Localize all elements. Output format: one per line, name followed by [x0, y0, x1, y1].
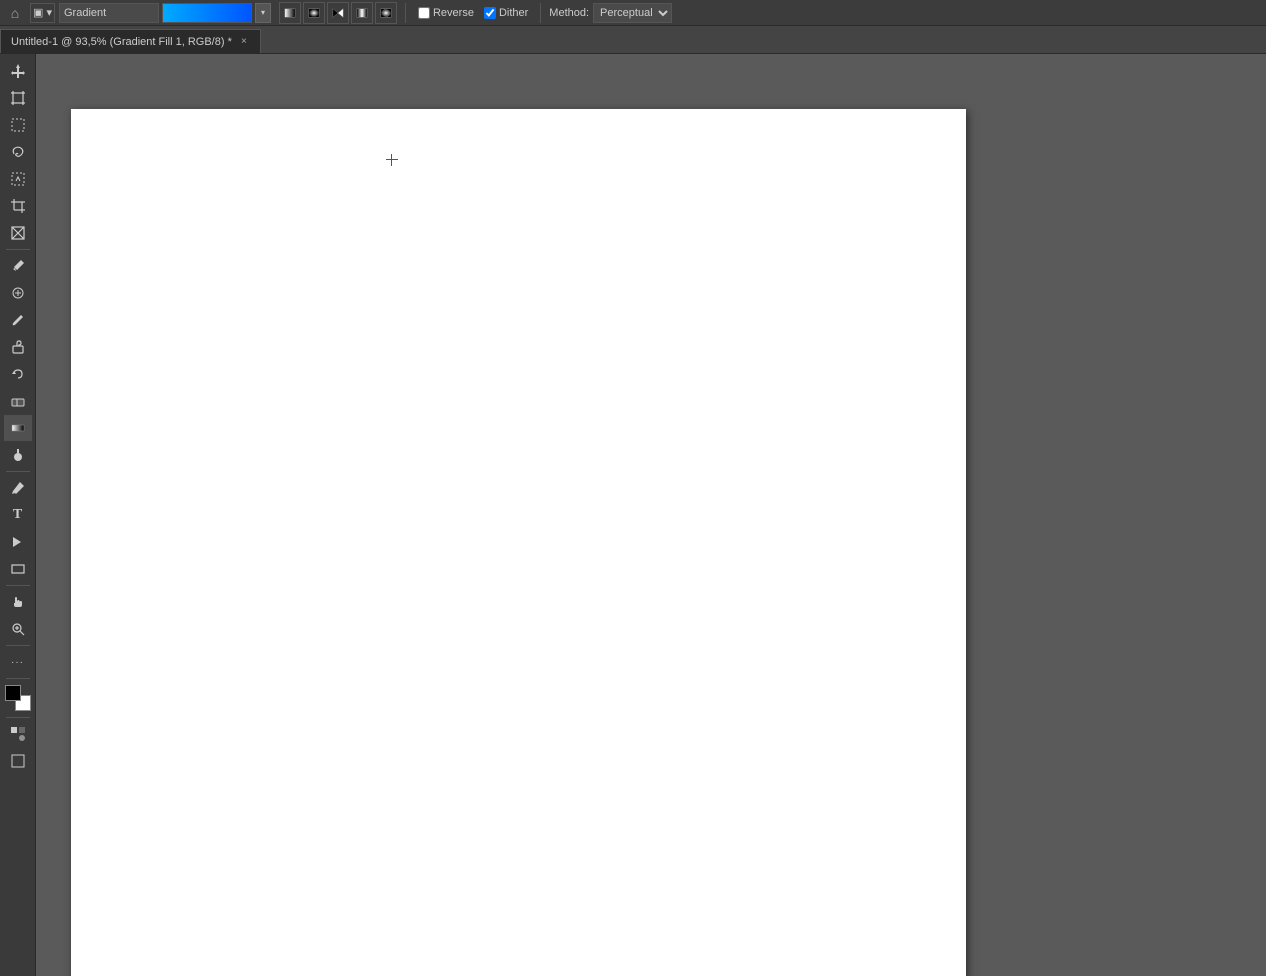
dodge-tool[interactable] — [4, 442, 32, 468]
move-tool[interactable] — [4, 58, 32, 84]
reflected-gradient-btn[interactable] — [351, 2, 373, 24]
canvas-area[interactable] — [36, 54, 1266, 976]
reverse-checkbox-label[interactable]: Reverse — [418, 7, 474, 19]
angle-gradient-btn[interactable] — [327, 2, 349, 24]
linear-gradient-btn[interactable] — [279, 2, 301, 24]
checkbox-group: Reverse Dither — [418, 7, 528, 19]
shape-tool[interactable] — [4, 556, 32, 582]
left-toolbar: T ··· — [0, 54, 36, 976]
canvas[interactable] — [71, 109, 966, 976]
frame-tool[interactable] — [4, 220, 32, 246]
screen-mode-button[interactable]: ▣ ▾ — [30, 3, 55, 23]
zoom-tool[interactable] — [4, 616, 32, 642]
eyedropper-tool[interactable] — [4, 253, 32, 279]
tool-sep-3 — [6, 585, 30, 586]
stamp-tool[interactable] — [4, 334, 32, 360]
separator-2 — [540, 3, 541, 23]
dither-checkbox-label[interactable]: Dither — [484, 7, 528, 19]
diamond-gradient-btn[interactable] — [375, 2, 397, 24]
screen-mode-toggle[interactable] — [4, 748, 32, 774]
gradient-name-input[interactable] — [59, 3, 159, 23]
more-tools-button[interactable]: ··· — [4, 649, 32, 675]
artboard-tool[interactable] — [4, 85, 32, 111]
spot-heal-tool[interactable] — [4, 280, 32, 306]
tool-sep-1 — [6, 249, 30, 250]
reverse-checkbox[interactable] — [418, 7, 430, 19]
tab-title: Untitled-1 @ 93,5% (Gradient Fill 1, RGB… — [11, 36, 232, 48]
gradient-preview[interactable] — [162, 3, 252, 23]
lasso-tool[interactable] — [4, 139, 32, 165]
separator-1 — [405, 3, 406, 23]
marquee-tool[interactable] — [4, 112, 32, 138]
brush-tool[interactable] — [4, 307, 32, 333]
home-button[interactable]: ⌂ — [4, 2, 26, 24]
quick-mask-button[interactable] — [4, 721, 32, 747]
method-select[interactable]: Perceptual Saturation Luminosity — [593, 3, 672, 23]
radial-gradient-btn[interactable] — [303, 2, 325, 24]
dither-checkbox[interactable] — [484, 7, 496, 19]
type-tool[interactable]: T — [4, 502, 32, 528]
method-label: Method: — [549, 7, 589, 19]
reverse-label: Reverse — [433, 7, 474, 19]
tool-sep-2 — [6, 471, 30, 472]
hand-tool[interactable] — [4, 589, 32, 615]
history-brush-tool[interactable] — [4, 361, 32, 387]
tab-bar: Untitled-1 @ 93,5% (Gradient Fill 1, RGB… — [0, 26, 1266, 54]
method-group: Method: Perceptual Saturation Luminosity — [549, 3, 672, 23]
document-tab[interactable]: Untitled-1 @ 93,5% (Gradient Fill 1, RGB… — [0, 29, 261, 53]
tool-sep-5 — [6, 678, 30, 679]
top-toolbar: ⌂ ▣ ▾ ▾ Reverse — [0, 0, 1266, 26]
tool-sep-6 — [6, 717, 30, 718]
object-select-tool[interactable] — [4, 166, 32, 192]
main-layout: T ··· — [0, 54, 1266, 976]
path-select-tool[interactable] — [4, 529, 32, 555]
tool-sep-4 — [6, 645, 30, 646]
pen-tool[interactable] — [4, 475, 32, 501]
crop-tool[interactable] — [4, 193, 32, 219]
dither-label: Dither — [499, 7, 528, 19]
eraser-tool[interactable] — [4, 388, 32, 414]
foreground-color[interactable] — [5, 685, 21, 701]
gradient-tool[interactable] — [4, 415, 32, 441]
tab-close-button[interactable]: × — [238, 36, 250, 48]
gradient-picker-area: ▾ — [59, 3, 271, 23]
foreground-background-colors[interactable] — [4, 682, 32, 714]
gradient-mode-buttons — [279, 2, 397, 24]
gradient-dropdown-arrow[interactable]: ▾ — [255, 3, 271, 23]
